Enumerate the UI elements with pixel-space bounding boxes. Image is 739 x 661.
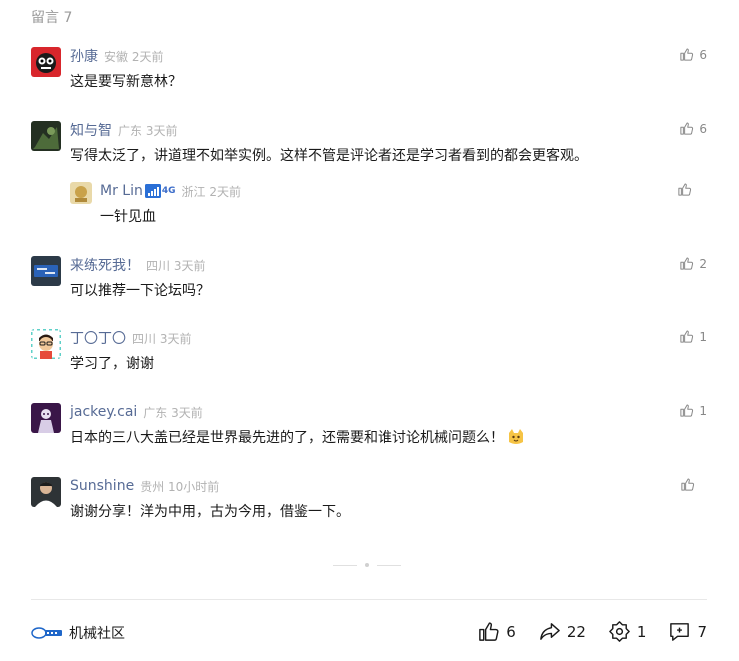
network-label: 4G <box>161 186 176 196</box>
like-count: 6 <box>699 47 707 62</box>
comment-text: 一针见血 <box>100 209 156 225</box>
comment-button[interactable]: 7 <box>668 620 707 643</box>
wow-count: 1 <box>636 622 647 641</box>
commenter-name[interactable]: 知与智 <box>70 120 112 140</box>
comment-text: 写得太泛了，讲道理不如举实例。这样不管是评论者还是学习者看到的都会更客观。 <box>70 148 588 164</box>
account-brand[interactable]: 机械社区 <box>31 623 125 643</box>
commenter-name[interactable]: Mr Lin <box>100 183 143 199</box>
share-icon <box>539 623 560 640</box>
comment-location-time: 四川 3天前 <box>146 258 206 273</box>
like-button[interactable] <box>680 477 707 492</box>
avatar[interactable] <box>31 329 61 359</box>
comment-count: 7 <box>697 622 707 641</box>
avatar[interactable] <box>31 403 61 433</box>
article-footer: 机械社区 6 22 1 7 <box>31 620 707 646</box>
like-count: 1 <box>699 403 707 418</box>
commenter-name[interactable]: 丁〇丁〇 <box>70 328 126 348</box>
comment-location-time: 广东 3天前 <box>143 405 203 420</box>
like-button[interactable]: 2 <box>679 256 707 271</box>
wow-button[interactable]: 1 <box>608 620 647 643</box>
comment-text: 可以推荐一下论坛吗？ <box>70 283 210 299</box>
thumb-up-icon <box>679 121 694 136</box>
comment-location-time: 贵州 10小时前 <box>140 479 220 494</box>
thumb-up-icon <box>679 403 694 418</box>
commenter-name[interactable]: jackey.cai <box>70 404 137 420</box>
footer-separator <box>31 599 707 600</box>
like-count: 2 <box>699 256 707 271</box>
comment-text: 谢谢分享！洋为中用，古为今用，借鉴一下。 <box>70 504 350 520</box>
cat-emoji-icon <box>509 429 523 444</box>
commenter-name[interactable]: Sunshine <box>70 478 134 494</box>
comment-text: 日本的三八大盖已经是世界最先进的了，还需要和谁讨论机械问题么！ <box>70 430 504 446</box>
avatar[interactable] <box>31 47 61 77</box>
network-badge: 4G <box>144 184 176 198</box>
like-count: 1 <box>699 329 707 344</box>
avatar[interactable] <box>31 477 61 507</box>
avatar[interactable] <box>31 121 61 151</box>
like-button[interactable]: 6 <box>679 121 707 136</box>
thumb-up-icon <box>479 622 499 641</box>
brand-logo-icon <box>31 627 62 639</box>
comment-text: 学习了，谢谢 <box>70 356 154 372</box>
thumb-up-icon <box>679 329 694 344</box>
avatar[interactable] <box>70 182 92 204</box>
comment-location-time: 广东 3天前 <box>118 123 178 138</box>
signal-icon <box>144 184 161 198</box>
like-button[interactable]: 1 <box>679 329 707 344</box>
like-button[interactable]: 1 <box>679 403 707 418</box>
thumb-up-icon <box>680 477 695 492</box>
comment-add-icon <box>670 623 690 641</box>
commenter-name[interactable]: 孙康 <box>70 46 98 66</box>
account-name[interactable]: 机械社区 <box>69 623 125 643</box>
like-button[interactable] <box>677 182 704 197</box>
thumb-up-icon <box>679 256 694 271</box>
comment-location-time: 安徽 2天前 <box>104 49 164 64</box>
commenter-name[interactable]: 来练死我！ <box>70 255 140 275</box>
like-article-button[interactable]: 6 <box>477 620 516 643</box>
thumb-up-icon <box>677 182 692 197</box>
comment-location-time: 浙江 2天前 <box>181 184 241 199</box>
like-button[interactable]: 6 <box>679 47 707 62</box>
comment-location-time: 四川 3天前 <box>132 331 192 346</box>
avatar[interactable] <box>31 256 61 286</box>
thumb-up-icon <box>679 47 694 62</box>
end-divider <box>333 563 401 567</box>
like-count: 6 <box>506 622 516 641</box>
share-button[interactable]: 22 <box>538 620 586 643</box>
share-count: 22 <box>566 622 586 641</box>
wow-icon <box>609 621 630 642</box>
like-count: 6 <box>699 121 707 136</box>
comments-header: 留言 7 <box>31 10 73 26</box>
comment-text: 这是要写新意林？ <box>70 74 182 90</box>
comment-text-wrapper: 日本的三八大盖已经是世界最先进的了，还需要和谁讨论机械问题么！ <box>70 427 525 447</box>
